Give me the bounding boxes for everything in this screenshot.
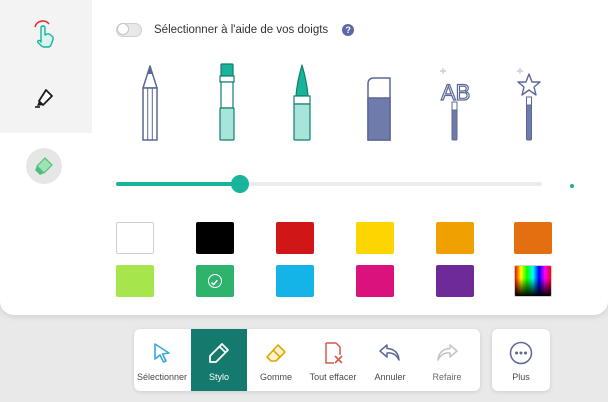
color-swatch[interactable] xyxy=(116,265,154,297)
marker-icon xyxy=(293,64,311,141)
eraser-icon xyxy=(266,344,286,362)
color-swatch[interactable] xyxy=(196,265,234,297)
redo-label: Refaire xyxy=(432,372,462,382)
finger-select-label: Sélectionner à l'aide de vos doigts xyxy=(154,24,329,36)
size-preview-dot xyxy=(570,184,574,188)
main-toolbar: Sélectionner Stylo Gomme Tout effacer An… xyxy=(134,329,480,391)
clear-page-icon xyxy=(325,342,343,364)
finger-touch-button[interactable] xyxy=(26,16,62,52)
eraser-tool[interactable] xyxy=(364,60,394,149)
pencil-tool[interactable] xyxy=(136,60,164,149)
pen-settings-panel: Sélectionner à l'aide de vos doigts ? AB xyxy=(0,0,608,315)
brush-icon xyxy=(219,63,235,141)
svg-text:AB: AB xyxy=(441,80,470,105)
eraser-tool-icon xyxy=(367,77,391,141)
slider-fill xyxy=(116,182,240,186)
color-swatch[interactable] xyxy=(514,222,552,254)
magic-wand-icon xyxy=(517,68,541,141)
color-swatch[interactable] xyxy=(276,222,314,254)
text-wand-tool[interactable]: AB xyxy=(438,60,471,149)
more-button[interactable]: Plus xyxy=(492,329,550,391)
pen-label: Stylo xyxy=(208,372,229,382)
more-label: Plus xyxy=(512,372,530,382)
magic-wand-tool[interactable] xyxy=(512,60,544,149)
pen-mode-button[interactable] xyxy=(26,80,62,116)
color-swatch[interactable] xyxy=(356,265,394,297)
redo-icon xyxy=(437,344,458,361)
color-swatch[interactable] xyxy=(436,222,474,254)
clear-all-button[interactable]: Tout effacer xyxy=(305,329,361,391)
selected-check-icon xyxy=(208,274,222,288)
cursor-icon xyxy=(154,343,170,363)
eraser-button[interactable]: Gomme xyxy=(248,329,304,391)
highlighter-mode-button[interactable] xyxy=(26,148,62,184)
text-wand-icon: AB xyxy=(440,68,471,141)
select-label: Sélectionner xyxy=(136,372,188,382)
pen-button[interactable]: Stylo xyxy=(191,329,247,391)
color-swatch[interactable] xyxy=(196,222,234,254)
redo-button[interactable]: Refaire xyxy=(419,329,475,391)
color-swatch[interactable] xyxy=(356,222,394,254)
more-dots-icon xyxy=(509,341,533,365)
pencil-icon xyxy=(142,65,158,141)
color-swatch[interactable] xyxy=(436,265,474,297)
marker-tool[interactable] xyxy=(288,60,316,149)
undo-button[interactable]: Annuler xyxy=(362,329,418,391)
color-swatch[interactable] xyxy=(116,222,154,254)
select-button[interactable]: Sélectionner xyxy=(134,329,190,391)
color-swatch[interactable] xyxy=(276,265,314,297)
highlighter-mode-icon xyxy=(35,157,53,175)
help-icon[interactable]: ? xyxy=(342,24,355,36)
finger-select-setting: Sélectionner à l'aide de vos doigts ? xyxy=(116,20,355,40)
pen-icon xyxy=(209,343,229,363)
pen-mode-icon xyxy=(35,89,53,108)
undo-label: Annuler xyxy=(374,372,406,382)
finger-select-toggle[interactable] xyxy=(116,23,142,37)
finger-touch-icon xyxy=(34,20,54,48)
stroke-size-slider[interactable] xyxy=(116,174,542,194)
eraser-label: Gomme xyxy=(259,372,292,382)
undo-icon xyxy=(379,344,400,361)
clear-all-label: Tout effacer xyxy=(309,372,357,382)
custom-color-swatch[interactable] xyxy=(514,265,552,297)
brush-tool[interactable] xyxy=(214,60,240,149)
slider-thumb[interactable] xyxy=(230,175,249,193)
